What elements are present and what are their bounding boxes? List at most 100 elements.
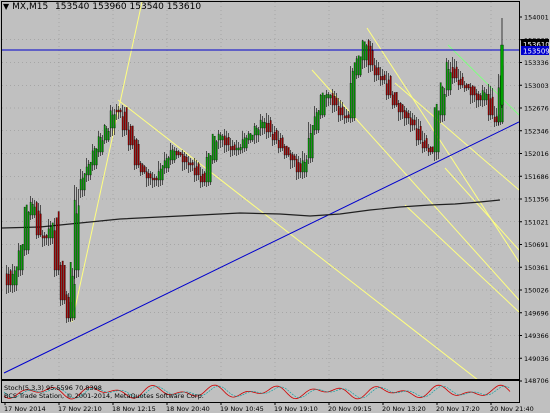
candle-body (137, 144, 140, 166)
candle-body (223, 135, 226, 146)
candle-body (175, 150, 178, 156)
candle-body (423, 140, 426, 149)
time-tick-label: 20 Nov 09:15 (328, 405, 372, 413)
candle-body (365, 45, 368, 61)
candle-body (205, 157, 208, 183)
price-tick-label: 152346 (524, 127, 549, 135)
candle-body (357, 55, 360, 76)
candle-body (213, 135, 216, 161)
candle-body (361, 40, 364, 61)
candle-body (383, 74, 386, 81)
candle-body (111, 114, 114, 129)
candle-body (457, 79, 460, 86)
candle-body (319, 95, 322, 116)
candle-body (287, 147, 290, 156)
candle-body (55, 217, 58, 271)
candle-body (349, 83, 352, 119)
candle-body (37, 210, 40, 236)
candle-body (89, 161, 92, 176)
candle-body (297, 162, 300, 173)
candle-body (109, 110, 112, 129)
candle-body (27, 211, 30, 251)
candle-body (391, 94, 394, 106)
stochastic-label: Stoch(5,3,3) 95.5596 70.8398 (4, 384, 102, 392)
candle-body (107, 131, 110, 141)
candle-body (309, 133, 312, 159)
candle-body (97, 136, 100, 153)
candle-body (215, 141, 218, 161)
candle-body (59, 264, 62, 301)
candle-body (71, 275, 74, 319)
candle-body (81, 177, 84, 191)
grid (2, 2, 519, 379)
chart-window[interactable]: ▼ MX,M15 153540 153960 153540 153610 Sto… (0, 0, 550, 413)
candle-body (39, 213, 42, 236)
candle-body (209, 155, 212, 183)
candle-body (313, 116, 316, 131)
candle-body (277, 140, 280, 149)
candle-body (381, 76, 384, 81)
candle-body (105, 128, 108, 141)
candle-body (279, 138, 282, 149)
candle-body (25, 204, 28, 251)
candle-body (95, 148, 98, 166)
candle-body (497, 87, 500, 123)
candle-body (329, 95, 332, 99)
price-tick-label: 149696 (524, 309, 549, 317)
fib-channel-line[interactable] (404, 204, 519, 313)
copyright-label: BCS Trade Station, © 2001-2014, MetaQuot… (4, 392, 204, 400)
candle-body (413, 119, 416, 126)
candle-body (259, 119, 262, 129)
candle-body (79, 179, 82, 191)
candle-body (373, 65, 376, 76)
candle-body (235, 147, 238, 151)
candle-body (247, 133, 250, 141)
candle-body (129, 126, 132, 146)
price-tick-label: 150361 (524, 264, 549, 272)
candle-body (85, 166, 88, 176)
candle-body (7, 273, 10, 286)
candle-body (241, 139, 244, 149)
candle-body (149, 173, 152, 179)
blue-trend-line[interactable] (3, 121, 519, 374)
candle-body (151, 177, 154, 181)
candle-body (165, 158, 168, 169)
candle-body (385, 83, 388, 96)
candle-body (11, 273, 14, 286)
candle-body (327, 94, 330, 99)
candle-body (305, 159, 308, 173)
candle-body (35, 202, 38, 236)
candle-body (315, 112, 318, 131)
candle-body (445, 61, 448, 91)
candle-body (173, 150, 176, 161)
candle-body (433, 107, 436, 153)
price-tick-label: 152676 (524, 105, 549, 113)
candle-body (431, 146, 434, 153)
candle-body (405, 111, 408, 119)
fib-channel-line[interactable] (366, 27, 519, 263)
candle-body (239, 147, 242, 151)
candle-body (145, 171, 148, 179)
candle-body (185, 156, 188, 163)
candle-body (183, 156, 186, 163)
candle-body (451, 67, 454, 79)
candle-body (407, 113, 410, 119)
candle-body (153, 177, 156, 181)
candlesticks (5, 18, 504, 323)
candle-body (77, 205, 80, 271)
candle-body (9, 270, 12, 286)
candle-body (115, 109, 118, 113)
candle-body (393, 92, 396, 106)
candle-body (133, 139, 136, 166)
candle-body (67, 296, 70, 319)
candle-body (61, 260, 64, 301)
candle-body (455, 66, 458, 79)
candle-body (417, 129, 420, 141)
candle-body (177, 151, 180, 156)
candle-body (439, 82, 442, 116)
candle-body (291, 154, 294, 161)
candle-body (399, 102, 402, 113)
candle-body (169, 150, 172, 161)
candle-body (251, 134, 254, 141)
candle-body (281, 137, 284, 149)
